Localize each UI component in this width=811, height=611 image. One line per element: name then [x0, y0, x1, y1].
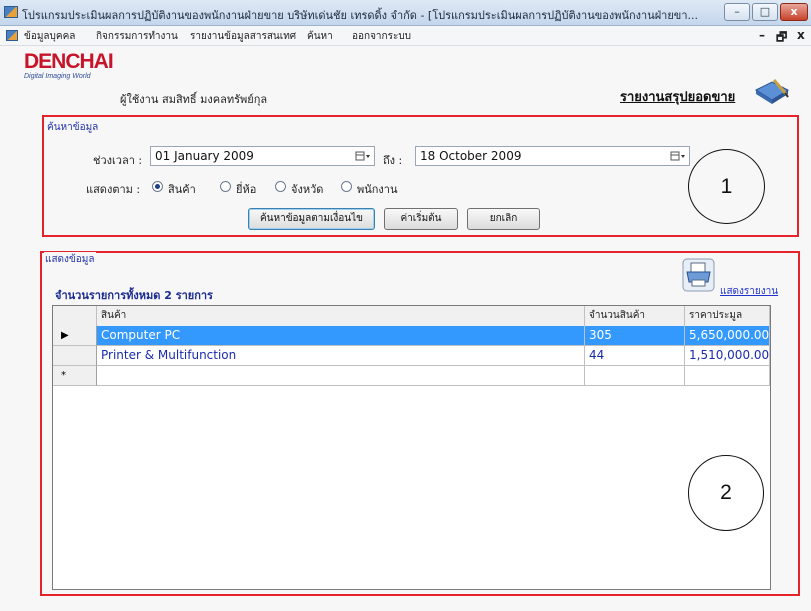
row-indicator: ▶ [53, 326, 97, 346]
mdi-minimize-button[interactable]: – [759, 28, 765, 42]
menu-bar: ข้อมูลบุคคล กิจกรรมการทำงาน รายงานข้อมูล… [0, 26, 811, 46]
annotation-circle-2: 2 [688, 455, 764, 531]
cell-qty[interactable]: 44 [585, 346, 685, 366]
search-button[interactable]: ค้นหาข้อมูลตามเงื่อนไข [248, 208, 375, 230]
grid-header: สินค้า จำนวนสินค้า ราคาประมูล [53, 306, 770, 327]
mdi-close-button[interactable]: x [797, 28, 805, 42]
company-logo: DENCHAI Digital Imaging World [24, 50, 114, 80]
radio-employee[interactable] [341, 181, 352, 192]
radio-employee-label[interactable]: พนักงาน [357, 180, 398, 198]
window-title: โปรแกรมประเมินผลการปฏิบัติงานของพนักงานฝ… [22, 9, 698, 22]
reset-button[interactable]: ค่าเริ่มต้น [384, 208, 458, 230]
radio-brand-label[interactable]: ยี่ห้อ [236, 180, 256, 198]
radio-province[interactable] [275, 181, 286, 192]
column-header-qty[interactable]: จำนวนสินค้า [585, 306, 685, 326]
radio-province-label[interactable]: จังหวัด [291, 180, 323, 198]
cell-qty[interactable] [585, 366, 685, 386]
logo-text: DENCHAI [24, 50, 114, 73]
date-to-value: 18 October 2009 [420, 149, 522, 163]
calendar-dropdown-icon[interactable] [670, 150, 686, 162]
radio-product[interactable] [152, 181, 163, 192]
cell-price[interactable]: 5,650,000.00 [685, 326, 770, 346]
cell-product[interactable]: Printer & Multifunction [97, 346, 585, 366]
show-report-link[interactable]: แสดงรายงาน [720, 284, 778, 299]
cell-product[interactable]: Computer PC [97, 326, 585, 346]
user-label: ผู้ใช้งาน [120, 93, 159, 106]
date-from-picker[interactable]: 01 January 2009 [150, 146, 375, 166]
cell-qty[interactable]: 305 [585, 326, 685, 346]
cell-price[interactable]: 1,510,000.00 [685, 346, 770, 366]
period-label: ช่วงเวลา : [93, 154, 143, 167]
row-indicator [53, 346, 97, 366]
maximize-button[interactable]: □ [752, 3, 778, 21]
cell-product[interactable] [97, 366, 585, 386]
minimize-button[interactable]: – [724, 3, 750, 21]
cancel-button[interactable]: ยกเลิก [467, 208, 540, 230]
book-pen-icon [754, 79, 790, 104]
page-title: รายงานสรุปยอดขาย [620, 90, 736, 105]
show-by-label: แสดงตาม : [86, 183, 141, 196]
menu-reports[interactable]: รายงานข้อมูลสารสนเทศ [190, 29, 296, 44]
header-corner [53, 306, 97, 326]
table-row[interactable]: ▶ Computer PC 305 5,650,000.00 [53, 326, 770, 346]
new-row[interactable]: * [53, 366, 770, 386]
menu-personal-data[interactable]: ข้อมูลบุคคล [24, 29, 75, 44]
radio-product-label[interactable]: สินค้า [168, 180, 196, 198]
app-icon [4, 6, 18, 18]
menu-work-activities[interactable]: กิจกรรมการทำงาน [96, 29, 178, 44]
mdi-child-icon [6, 30, 18, 41]
display-legend: แสดงข้อมูล [44, 252, 96, 267]
date-from-value: 01 January 2009 [155, 149, 254, 163]
column-header-price[interactable]: ราคาประมูล [685, 306, 770, 326]
menu-exit[interactable]: ออกจากระบบ [352, 29, 411, 44]
column-header-product[interactable]: สินค้า [97, 306, 585, 326]
title-bar: โปรแกรมประเมินผลการปฏิบัติงานของพนักงานฝ… [0, 0, 811, 26]
new-row-indicator: * [53, 366, 97, 386]
calendar-dropdown-icon[interactable] [355, 150, 371, 162]
data-grid[interactable]: สินค้า จำนวนสินค้า ราคาประมูล ▶ Computer… [52, 305, 771, 590]
radio-brand[interactable] [220, 181, 231, 192]
user-name: สมสิทธิ์ มงคลทรัพย์กุล [162, 93, 268, 106]
cell-price[interactable] [685, 366, 770, 386]
record-count: จำนวนรายการทั้งหมด 2 รายการ [55, 289, 213, 302]
date-to-picker[interactable]: 18 October 2009 [415, 146, 690, 166]
annotation-circle-1: 1 [688, 149, 765, 224]
printer-icon[interactable] [682, 258, 715, 292]
table-row[interactable]: Printer & Multifunction 44 1,510,000.00 [53, 346, 770, 366]
to-label: ถึง : [383, 154, 403, 167]
close-button[interactable]: x [780, 3, 808, 21]
logo-tagline: Digital Imaging World [24, 73, 91, 80]
menu-search[interactable]: ค้นหา [307, 29, 333, 44]
search-legend: ค้นหาข้อมูล [46, 120, 100, 135]
